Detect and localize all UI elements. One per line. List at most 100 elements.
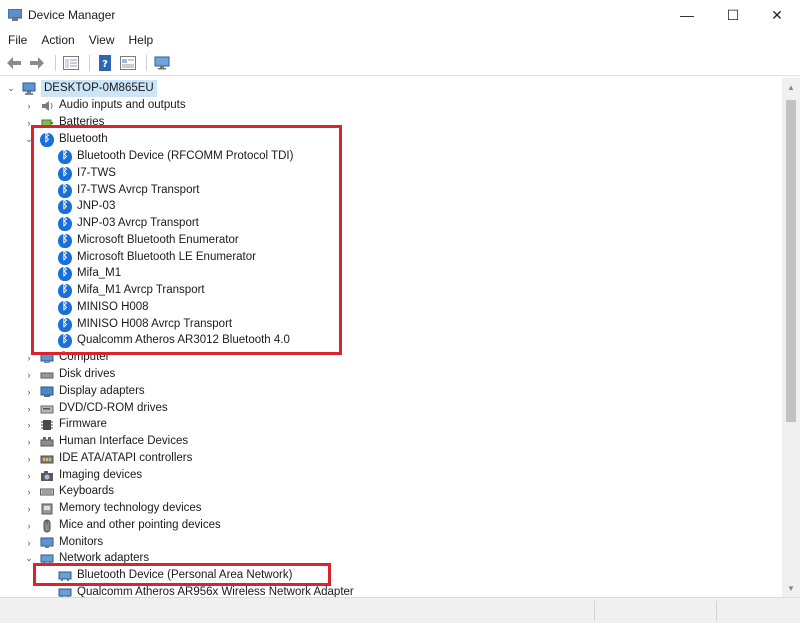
firmware-chip-icon xyxy=(41,419,53,430)
category-monitors[interactable]: › Monitors xyxy=(24,534,104,551)
chevron-right-icon[interactable]: › xyxy=(24,467,34,484)
back-arrow-icon[interactable] xyxy=(4,54,24,72)
category-label: Network adapters xyxy=(59,552,150,564)
maximize-button[interactable]: ☐ xyxy=(710,0,756,30)
category-imaging[interactable]: › Imaging devices xyxy=(24,467,143,484)
category-batteries[interactable]: › Batteries xyxy=(24,114,105,131)
toolbar: ? xyxy=(0,50,800,76)
bluetooth-device-item[interactable]: Mifa_M1 Avrcp Transport xyxy=(58,282,205,299)
speaker-icon xyxy=(42,100,53,111)
bluetooth-device-item[interactable]: Qualcomm Atheros AR3012 Bluetooth 4.0 xyxy=(58,332,290,349)
scroll-up-arrow-icon[interactable]: ▲ xyxy=(782,78,800,96)
toolbar-separator xyxy=(55,54,56,71)
menu-bar: File Action View Help xyxy=(0,30,800,50)
chevron-right-icon[interactable]: › xyxy=(24,500,34,517)
device-label: MINISO H008 xyxy=(77,301,149,313)
category-keyboards[interactable]: › Keyboards xyxy=(24,483,114,500)
bluetooth-device-item[interactable]: JNP-03 Avrcp Transport xyxy=(58,215,199,232)
help-icon[interactable]: ? xyxy=(95,54,115,72)
chevron-right-icon[interactable]: › xyxy=(24,433,34,450)
toolbar-separator xyxy=(89,54,90,71)
network-device-item[interactable]: Bluetooth Device (Personal Area Network) xyxy=(58,567,292,584)
device-label: Microsoft Bluetooth Enumerator xyxy=(77,234,239,246)
chevron-right-icon[interactable]: › xyxy=(24,416,34,433)
bluetooth-device-item[interactable]: Microsoft Bluetooth Enumerator xyxy=(58,232,239,249)
category-audio[interactable]: › Audio inputs and outputs xyxy=(24,97,186,114)
chevron-right-icon[interactable]: › xyxy=(24,534,34,551)
disk-drive-icon xyxy=(40,372,54,378)
bluetooth-icon xyxy=(58,166,72,181)
chevron-right-icon[interactable]: › xyxy=(24,517,34,534)
close-button[interactable]: ✕ xyxy=(754,0,800,30)
menu-action[interactable]: Action xyxy=(35,33,80,47)
category-hid[interactable]: › Human Interface Devices xyxy=(24,433,189,450)
window-title: Device Manager xyxy=(28,8,116,22)
bluetooth-device-item[interactable]: I7-TWS Avrcp Transport xyxy=(58,182,200,199)
bluetooth-device-item[interactable]: Microsoft Bluetooth LE Enumerator xyxy=(58,249,256,266)
category-computer[interactable]: › Computer xyxy=(24,349,110,366)
device-label: JNP-03 Avrcp Transport xyxy=(77,217,199,229)
chevron-down-icon[interactable]: ⌄ xyxy=(24,550,34,567)
forward-arrow-icon[interactable] xyxy=(27,54,47,72)
chevron-right-icon[interactable]: › xyxy=(24,366,34,383)
vertical-scrollbar[interactable]: ▲ ▼ xyxy=(782,78,800,597)
show-hide-console-tree-icon[interactable] xyxy=(61,54,81,72)
category-mice[interactable]: › Mice and other pointing devices xyxy=(24,517,221,534)
chevron-right-icon[interactable]: › xyxy=(24,114,34,131)
computer-icon xyxy=(40,352,54,363)
device-label: Qualcomm Atheros AR956x Wireless Network… xyxy=(77,586,354,597)
minimize-button[interactable]: — xyxy=(664,0,710,30)
scrollbar-thumb[interactable] xyxy=(786,100,796,422)
computer-icon xyxy=(22,82,36,95)
device-label: I7-TWS xyxy=(77,167,116,179)
device-label: Mifa_M1 xyxy=(77,267,122,279)
bluetooth-icon xyxy=(58,250,72,265)
device-manager-icon xyxy=(8,9,22,21)
mouse-icon xyxy=(43,519,51,532)
bluetooth-device-item[interactable]: Mifa_M1 xyxy=(58,265,121,282)
bluetooth-device-item[interactable]: I7-TWS xyxy=(58,165,116,182)
category-label: Monitors xyxy=(59,536,104,548)
bluetooth-icon xyxy=(58,300,72,315)
bluetooth-device-item[interactable]: MINISO H008 Avrcp Transport xyxy=(58,316,232,333)
category-memory[interactable]: › Memory technology devices xyxy=(24,500,202,517)
scroll-down-arrow-icon[interactable]: ▼ xyxy=(782,579,800,597)
chevron-right-icon[interactable]: › xyxy=(24,383,34,400)
chevron-right-icon[interactable]: › xyxy=(24,349,34,366)
chevron-right-icon[interactable]: › xyxy=(24,400,34,417)
bluetooth-icon xyxy=(58,149,72,164)
category-label: Disk drives xyxy=(59,368,116,380)
menu-file[interactable]: File xyxy=(2,33,33,47)
properties-icon[interactable] xyxy=(118,54,138,72)
menu-view[interactable]: View xyxy=(83,33,121,47)
tree-root[interactable]: ⌄ DESKTOP-0M865EU xyxy=(6,80,157,97)
chevron-down-icon[interactable]: ⌄ xyxy=(6,80,16,97)
category-dvd-drives[interactable]: › DVD/CD-ROM drives xyxy=(24,400,168,417)
title-bar: Device Manager — ☐ ✕ xyxy=(0,0,800,30)
status-divider xyxy=(716,601,717,621)
battery-icon xyxy=(41,119,53,126)
chevron-right-icon[interactable]: › xyxy=(24,450,34,467)
category-ide[interactable]: › IDE ATA/ATAPI controllers xyxy=(24,450,193,467)
category-label: Display adapters xyxy=(59,385,145,397)
category-label: Bluetooth xyxy=(59,133,108,145)
chevron-right-icon[interactable]: › xyxy=(24,97,34,114)
bluetooth-icon xyxy=(58,317,72,332)
bluetooth-icon xyxy=(58,283,72,298)
category-firmware[interactable]: › Firmware xyxy=(24,416,107,433)
category-display-adapters[interactable]: › Display adapters xyxy=(24,383,145,400)
keyboard-icon xyxy=(40,488,54,495)
bluetooth-device-item[interactable]: JNP-03 xyxy=(58,198,115,215)
network-device-item[interactable]: Qualcomm Atheros AR956x Wireless Network… xyxy=(58,584,354,597)
menu-help[interactable]: Help xyxy=(123,33,160,47)
chevron-right-icon[interactable]: › xyxy=(24,483,34,500)
scan-hardware-icon[interactable] xyxy=(152,54,172,72)
category-bluetooth[interactable]: ⌄ Bluetooth xyxy=(24,131,108,148)
status-divider xyxy=(594,601,595,621)
category-disk-drives[interactable]: › Disk drives xyxy=(24,366,116,383)
category-network-adapters[interactable]: ⌄ Network adapters xyxy=(24,550,149,567)
bluetooth-device-item[interactable]: MINISO H008 xyxy=(58,299,149,316)
bluetooth-device-item[interactable]: Bluetooth Device (RFCOMM Protocol TDI) xyxy=(58,148,293,165)
chevron-down-icon[interactable]: ⌄ xyxy=(24,131,34,148)
device-label: I7-TWS Avrcp Transport xyxy=(77,184,200,196)
